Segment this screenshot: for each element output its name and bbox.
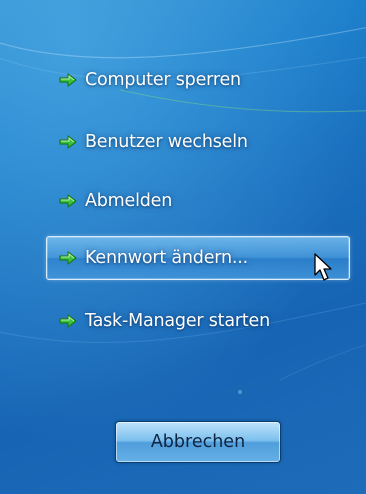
green-arrow-icon — [59, 135, 77, 149]
start-task-manager-option[interactable]: Task-Manager starten — [46, 299, 350, 343]
change-password-label: Kennwort ändern... — [85, 248, 248, 268]
mouse-pointer-icon — [314, 253, 332, 281]
lock-computer-option[interactable]: Computer sperren — [46, 58, 350, 102]
secure-desktop-screen: Computer sperren Benutzer wechseln Abmel… — [0, 0, 366, 494]
switch-user-option[interactable]: Benutzer wechseln — [46, 120, 350, 164]
cancel-button[interactable]: Abbrechen — [115, 421, 281, 463]
log-off-option[interactable]: Abmelden — [46, 179, 350, 223]
green-arrow-icon — [59, 251, 77, 265]
start-task-manager-label: Task-Manager starten — [85, 311, 270, 331]
green-arrow-icon — [59, 314, 77, 328]
change-password-option[interactable]: Kennwort ändern... — [46, 236, 350, 280]
green-arrow-icon — [59, 194, 77, 208]
lock-computer-label: Computer sperren — [85, 70, 241, 90]
switch-user-label: Benutzer wechseln — [85, 132, 248, 152]
green-arrow-icon — [59, 73, 77, 87]
log-off-label: Abmelden — [85, 191, 173, 211]
